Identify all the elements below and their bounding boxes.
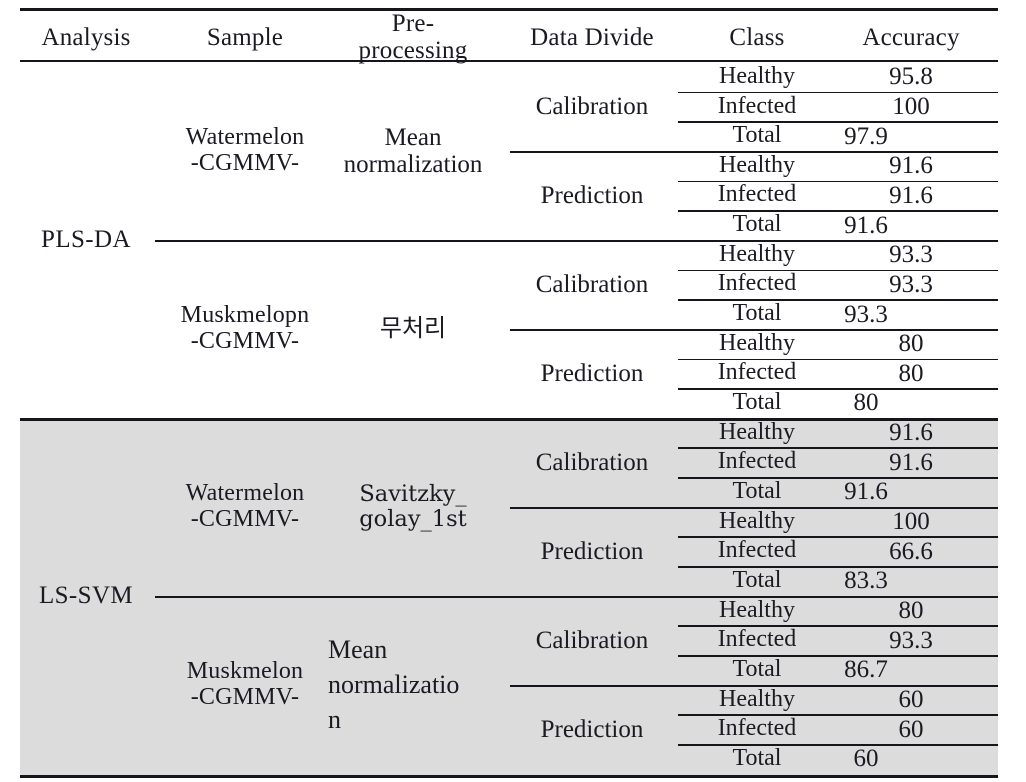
sample-label: Muskmelopn -CGMMV- <box>180 301 310 354</box>
analysis-label: PLS-DA <box>41 226 131 254</box>
data-divide-label: Prediction <box>540 359 644 387</box>
column-header-preprocessing: Pre- processing <box>358 10 468 64</box>
data-divide-separator <box>510 328 600 331</box>
accuracy-table: Analysis Sample Pre- processing Data Divide… <box>0 0 1026 782</box>
class-label: Infected <box>717 92 797 119</box>
data-divide-separator <box>510 150 600 153</box>
accuracy-value: 93.3 <box>889 241 933 269</box>
table-bottom-rule <box>20 775 998 778</box>
accuracy-value: 80 <box>898 330 924 358</box>
class-label: Infected <box>717 359 797 386</box>
data-divide-separator <box>510 506 600 509</box>
accuracy-value: 97.9 <box>844 122 888 150</box>
data-divide-label: Prediction <box>540 181 644 209</box>
class-label: Healthy <box>719 62 795 89</box>
accuracy-value: 100 <box>892 92 930 120</box>
class-label: Infected <box>717 626 797 653</box>
preprocessing-label: Savitzky_ golay_1st <box>359 481 467 532</box>
sample-label: Watermelon -CGMMV- <box>185 479 305 532</box>
accuracy-value: 91.6 <box>889 448 933 476</box>
data-divide-label: Calibration <box>535 626 649 654</box>
accuracy-value: 93.3 <box>844 300 888 328</box>
accuracy-value: 80 <box>898 597 924 624</box>
class-label: Healthy <box>719 685 795 712</box>
accuracy-value: 83.3 <box>844 567 888 595</box>
class-label: Infected <box>717 537 797 564</box>
accuracy-value: 93.3 <box>889 270 933 298</box>
class-label: Infected <box>717 715 797 742</box>
class-label: Healthy <box>719 240 795 267</box>
accuracy-value: 80 <box>853 389 879 417</box>
analysis-label: LS-SVM <box>38 582 134 610</box>
class-label: Healthy <box>719 329 795 356</box>
accuracy-value: 86.7 <box>844 656 888 684</box>
class-label: Healthy <box>719 507 795 534</box>
data-divide-separator <box>510 684 600 687</box>
data-divide-label: Prediction <box>540 715 644 743</box>
accuracy-value: 91.6 <box>844 478 888 506</box>
preprocessing-label: 무처리 <box>379 313 447 342</box>
accuracy-value: 100 <box>892 508 930 536</box>
class-label: Healthy <box>719 596 795 623</box>
column-header-accuracy: Accuracy <box>862 23 960 51</box>
class-label: Infected <box>717 270 797 297</box>
data-divide-label: Prediction <box>540 537 644 565</box>
table-top-rule <box>20 8 998 11</box>
accuracy-value: 95.8 <box>889 63 933 91</box>
preprocessing-label: Mean normalizatio n <box>328 634 460 735</box>
data-divide-label: Calibration <box>535 448 649 476</box>
sample-label: Watermelon -CGMMV- <box>185 124 305 176</box>
data-divide-label: Calibration <box>535 92 649 120</box>
sample-label: Muskmelon -CGMMV- <box>186 657 304 710</box>
class-label: Healthy <box>719 151 795 178</box>
preprocessing-label: Mean normalization <box>343 123 483 178</box>
class-label: Infected <box>717 448 797 475</box>
accuracy-value: 60 <box>898 715 924 743</box>
class-label: Healthy <box>719 418 795 445</box>
accuracy-value: 93.3 <box>889 626 933 654</box>
data-divide-label: Calibration <box>535 270 649 298</box>
accuracy-value: 66.6 <box>889 537 933 565</box>
class-label: Infected <box>717 181 797 208</box>
accuracy-value: 91.6 <box>889 181 933 209</box>
accuracy-value: 60 <box>853 745 879 773</box>
accuracy-value: 60 <box>898 685 924 713</box>
accuracy-value: 80 <box>898 359 924 387</box>
accuracy-value: 91.6 <box>889 152 933 180</box>
accuracy-value: 91.6 <box>844 211 888 239</box>
accuracy-value: 91.6 <box>889 419 933 447</box>
